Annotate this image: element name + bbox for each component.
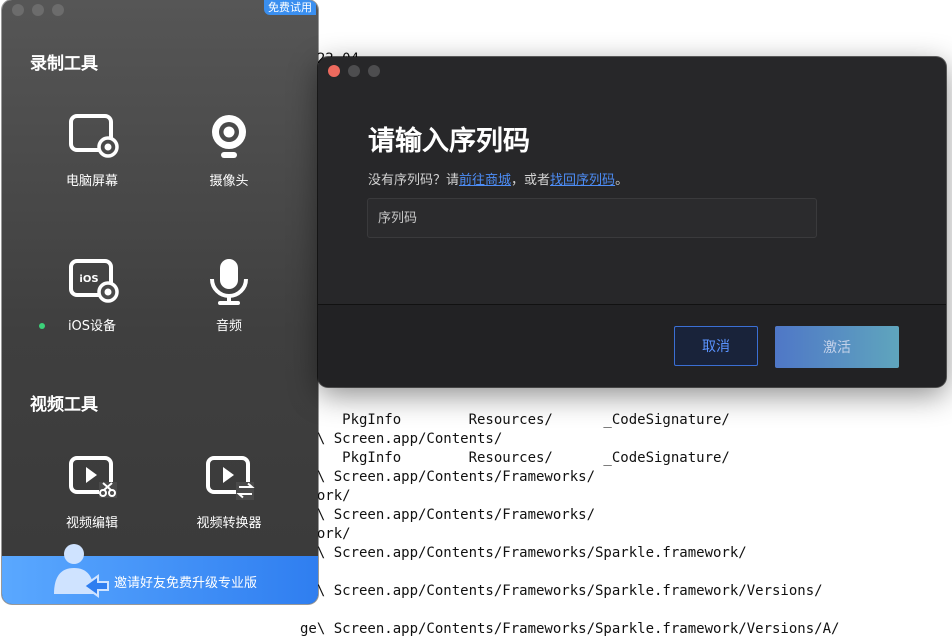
terminal-line: ge\ Screen.app/Contents/Frameworks/ xyxy=(300,507,596,523)
tool-label: 视频编辑 xyxy=(65,516,118,531)
terminal-line: ge\ Screen.app/Contents/Frameworks/Spark… xyxy=(300,583,823,599)
ios-text: iOS xyxy=(79,274,98,285)
dialog-zoom-button[interactable] xyxy=(368,65,380,77)
video-tools-title: 视频工具 xyxy=(30,395,98,415)
terminal-line: ge\ Screen.app/Contents/ xyxy=(300,431,503,447)
terminal-line: PkgInfo Resources/ _CodeSignature/ xyxy=(300,450,730,466)
window-controls xyxy=(12,4,64,16)
dialog-minimize-button[interactable] xyxy=(348,65,360,77)
invite-friends-label: 邀请好友免费升级专业版 xyxy=(114,576,258,591)
store-link[interactable]: 前往商城 xyxy=(459,173,511,188)
tool-ios-device[interactable]: iOS iOS设备 xyxy=(32,255,152,334)
dialog-window-controls xyxy=(328,65,380,77)
serial-code-dialog: 请输入序列码 没有序列码？请前往商城，或者找回序列码。 取消 激活 xyxy=(318,57,946,387)
tool-video-edit[interactable]: 视频编辑 xyxy=(32,452,152,531)
video-edit-icon xyxy=(69,456,117,498)
tool-label: 摄像头 xyxy=(209,174,249,189)
terminal-line: ge\ Screen.app/Contents/Frameworks/Spark… xyxy=(300,545,747,561)
recorder-app-window: 免费试用 录制工具 电脑屏幕 摄像头 iOS iOS设备 音频 视频工具 视频编… xyxy=(2,0,318,604)
monitor-record-icon xyxy=(69,114,119,158)
webcam-icon xyxy=(212,115,246,158)
video-convert-icon xyxy=(206,456,255,500)
hint-prefix: 没有序列码？请 xyxy=(368,173,460,188)
hint-suffix: 。 xyxy=(615,173,629,188)
tool-label: iOS设备 xyxy=(67,319,117,334)
activate-button[interactable]: 激活 xyxy=(775,326,899,368)
serial-code-input[interactable] xyxy=(367,198,817,238)
tool-screen-record[interactable]: 电脑屏幕 xyxy=(32,110,152,189)
close-window-button[interactable] xyxy=(12,4,24,16)
dialog-close-button[interactable] xyxy=(328,65,340,77)
tool-audio[interactable]: 音频 xyxy=(169,255,289,334)
free-trial-badge[interactable]: 免费试用 xyxy=(264,0,316,15)
terminal-line: ge\ Screen.app/Contents/Frameworks/Spark… xyxy=(300,621,840,637)
tool-label: 视频转换器 xyxy=(196,516,262,531)
cancel-button[interactable]: 取消 xyxy=(674,326,758,366)
invite-friends-banner[interactable]: 邀请好友免费升级专业版 xyxy=(2,544,318,604)
dialog-title: 请输入序列码 xyxy=(368,126,530,157)
dialog-hint: 没有序列码？请前往商城，或者找回序列码。 xyxy=(368,169,628,188)
tool-label: 电脑屏幕 xyxy=(65,174,118,189)
microphone-icon xyxy=(210,259,248,305)
zoom-window-button[interactable] xyxy=(52,4,64,16)
terminal-line: ge\ Screen.app/Contents/Frameworks/ xyxy=(300,469,596,485)
ios-status-dot xyxy=(39,323,45,329)
hint-middle: ，或者 xyxy=(511,173,551,188)
ios-device-icon: iOS xyxy=(69,259,119,303)
tool-label: 音频 xyxy=(215,319,242,334)
recover-serial-link[interactable]: 找回序列码 xyxy=(550,173,615,188)
tool-video-converter[interactable]: 视频转换器 xyxy=(169,452,289,531)
tool-camera[interactable]: 摄像头 xyxy=(169,110,289,189)
terminal-line: PkgInfo Resources/ _CodeSignature/ xyxy=(300,412,730,428)
minimize-window-button[interactable] xyxy=(32,4,44,16)
dialog-footer: 取消 激活 xyxy=(318,305,946,387)
invite-friends-icon xyxy=(54,544,109,598)
record-tools-title: 录制工具 xyxy=(30,54,98,74)
